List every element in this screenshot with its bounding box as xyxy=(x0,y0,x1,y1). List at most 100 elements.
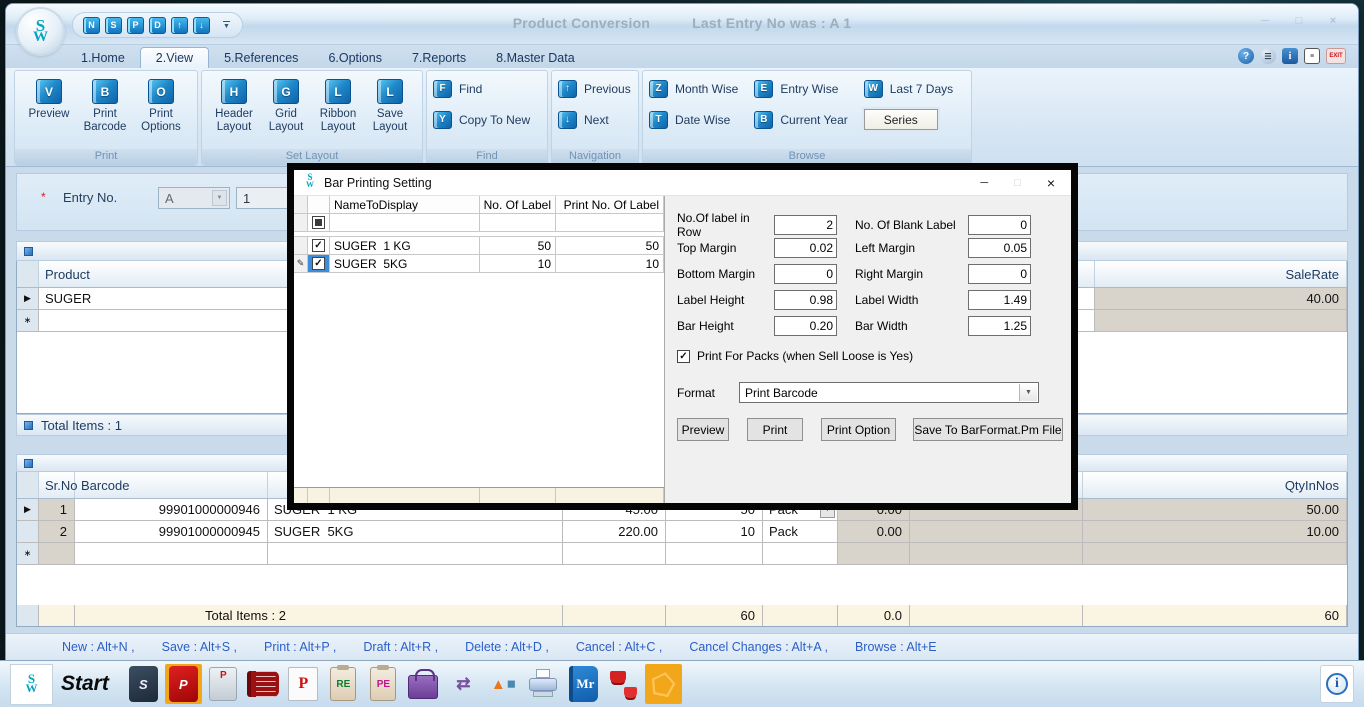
shortcut-draft[interactable]: Draft : Alt+R , xyxy=(363,640,438,654)
empty-name-cell[interactable] xyxy=(330,214,480,231)
current-year-button[interactable]: B Current Year xyxy=(754,107,848,132)
exit-icon[interactable]: EXIT xyxy=(1326,48,1346,64)
bar-width-field[interactable]: 1.25 xyxy=(968,315,1031,336)
order-book-icon[interactable] xyxy=(245,664,282,704)
items-new-row[interactable]: ∗ xyxy=(17,543,1347,565)
header-layout-button[interactable]: H Header Layout xyxy=(208,75,260,149)
row-checkbox[interactable]: ✓ xyxy=(312,239,325,252)
printer-icon[interactable] xyxy=(525,664,562,704)
series-button[interactable]: Series xyxy=(863,109,938,130)
purchase-register-icon[interactable]: P xyxy=(164,664,202,704)
rate-cell[interactable]: 220.00 xyxy=(563,521,666,542)
dialog-close-button[interactable]: × xyxy=(1047,175,1055,191)
empty-num-cell[interactable] xyxy=(480,214,556,231)
notes-icon[interactable]: ≡ xyxy=(1304,48,1320,64)
pack-cell[interactable]: Pack xyxy=(763,521,838,542)
tab-home[interactable]: 1.Home xyxy=(66,48,140,68)
dialog-maximize-button[interactable]: □ xyxy=(1014,177,1021,189)
barcode-cell-empty[interactable] xyxy=(75,543,268,564)
col-header-salerate[interactable]: SaleRate xyxy=(1095,261,1347,287)
ribbon-layout-button[interactable]: L Ribbon Layout xyxy=(312,75,364,149)
row-checkbox[interactable]: ✓ xyxy=(312,257,325,270)
tab-options[interactable]: 6.Options xyxy=(313,48,397,68)
no-of-label-in-row-field[interactable]: 2 xyxy=(774,215,837,235)
pack-cell-empty[interactable] xyxy=(763,543,838,564)
grid-layout-button[interactable]: G Grid Layout xyxy=(260,75,312,149)
billing-machine-icon[interactable]: P xyxy=(205,664,242,704)
qty-cell-empty[interactable] xyxy=(666,543,763,564)
items-row-2[interactable]: 2 99901000000945 SUGER 5KG 220.00 10 Pac… xyxy=(17,521,1347,543)
tab-reports[interactable]: 7.Reports xyxy=(397,48,481,68)
left-margin-field[interactable]: 0.05 xyxy=(968,237,1031,258)
shortcut-new[interactable]: New : Alt+N , xyxy=(62,640,135,654)
name-cell-empty[interactable] xyxy=(268,543,563,564)
info-icon[interactable]: i xyxy=(1282,48,1298,64)
name-cell[interactable]: SUGER 1 KG xyxy=(330,237,480,254)
shortcut-print[interactable]: Print : Alt+P , xyxy=(264,640,336,654)
no-of-blank-label-field[interactable]: 0 xyxy=(968,215,1031,235)
labels-cell[interactable]: 10 xyxy=(480,255,556,272)
shortcut-save[interactable]: Save : Alt+S , xyxy=(162,640,237,654)
print-labels-cell[interactable]: 10 xyxy=(556,255,664,272)
close-button[interactable]: × xyxy=(1324,15,1342,27)
dialog-minimize-button[interactable]: ─ xyxy=(980,177,988,189)
find-button[interactable]: F Find xyxy=(433,76,541,101)
name-cell[interactable]: SUGER 5KG xyxy=(268,521,563,542)
print-labels-cell[interactable]: 50 xyxy=(556,237,664,254)
print-option-button[interactable]: Print Option xyxy=(821,418,896,441)
format-dropdown-icon[interactable]: ▼ xyxy=(1019,384,1037,401)
qty-cell[interactable]: 10 xyxy=(666,521,763,542)
transfer-arrows-icon[interactable]: ⇄ xyxy=(445,664,482,704)
col-header-nametodisplay[interactable]: NameToDisplay xyxy=(330,196,480,213)
toolbox-icon[interactable] xyxy=(405,664,442,704)
start-button[interactable]: Start xyxy=(61,672,109,696)
shopping-carts-icon[interactable] xyxy=(605,664,642,704)
re-clipboard-icon[interactable]: RE xyxy=(325,664,362,704)
name-cell[interactable]: SUGER 5KG xyxy=(330,255,480,272)
col-header-print-no-of-label[interactable]: Print No. Of Label xyxy=(556,196,664,213)
save-layout-button[interactable]: L Save Layout xyxy=(364,75,416,149)
tab-view[interactable]: 2.View xyxy=(139,47,210,68)
col-header-qtyinnos[interactable]: QtyInNos xyxy=(1083,472,1347,498)
info-balloon-icon[interactable]: i xyxy=(1320,665,1354,703)
month-wise-button[interactable]: Z Month Wise xyxy=(649,76,738,101)
empty-num-cell[interactable] xyxy=(556,214,664,231)
print-for-packs-checkbox[interactable]: ✓ xyxy=(677,349,690,363)
shortcut-browse[interactable]: Browse : Alt+E xyxy=(855,640,937,654)
shortcut-cancel-changes[interactable]: Cancel Changes : Alt+A , xyxy=(689,640,828,654)
dialog-titlebar[interactable]: S W Bar Printing Setting ─ □ × xyxy=(294,170,1071,196)
preview-dialog-button[interactable]: Preview xyxy=(677,418,729,441)
next-button[interactable]: ↓ Next xyxy=(558,107,632,132)
label-row-2[interactable]: ✎ ✓ SUGER 5KG 10 10 xyxy=(294,255,664,273)
forum-icon[interactable]: ☰ xyxy=(1260,48,1276,64)
col-header-barcode[interactable]: Barcode xyxy=(75,472,268,498)
entry-wise-button[interactable]: E Entry Wise xyxy=(754,76,847,101)
date-wise-button[interactable]: T Date Wise xyxy=(649,107,738,132)
right-margin-field[interactable]: 0 xyxy=(968,263,1031,284)
col-header-no-of-label[interactable]: No. Of Label xyxy=(480,196,556,213)
select-all-checkbox[interactable] xyxy=(312,216,325,229)
tab-master-data[interactable]: 8.Master Data xyxy=(481,48,590,68)
print-options-button[interactable]: O Print Options xyxy=(133,75,189,149)
sale-register-icon[interactable]: S xyxy=(125,664,162,704)
bar-height-field[interactable]: 0.20 xyxy=(774,315,837,336)
bottom-margin-field[interactable]: 0 xyxy=(774,263,837,284)
shapes-icon[interactable]: ▲ ◼ xyxy=(485,664,522,704)
labels-cell[interactable]: 50 xyxy=(480,237,556,254)
print-dialog-button[interactable]: Print xyxy=(747,418,803,441)
label-width-field[interactable]: 1.49 xyxy=(968,289,1031,310)
preview-button[interactable]: V Preview xyxy=(21,75,77,149)
label-row-1[interactable]: ✓ SUGER 1 KG 50 50 xyxy=(294,237,664,255)
copy-to-new-button[interactable]: Y Copy To New xyxy=(433,107,541,132)
col-header-srno[interactable]: Sr.No xyxy=(39,472,78,498)
barcode-cell[interactable]: 99901000000945 xyxy=(75,521,268,542)
entry-series-dropdown-icon[interactable]: ▼ xyxy=(212,190,227,206)
last-7-days-button[interactable]: W Last 7 Days xyxy=(863,76,953,101)
top-margin-field[interactable]: 0.02 xyxy=(774,237,837,258)
minimize-button[interactable]: ─ xyxy=(1256,15,1274,27)
format-combo[interactable]: Print Barcode ▼ xyxy=(739,382,1039,403)
pentagon-tile-icon[interactable] xyxy=(644,664,682,704)
label-height-field[interactable]: 0.98 xyxy=(774,289,837,310)
previous-button[interactable]: ↑ Previous xyxy=(558,76,632,101)
print-register-icon[interactable]: P xyxy=(285,664,322,704)
